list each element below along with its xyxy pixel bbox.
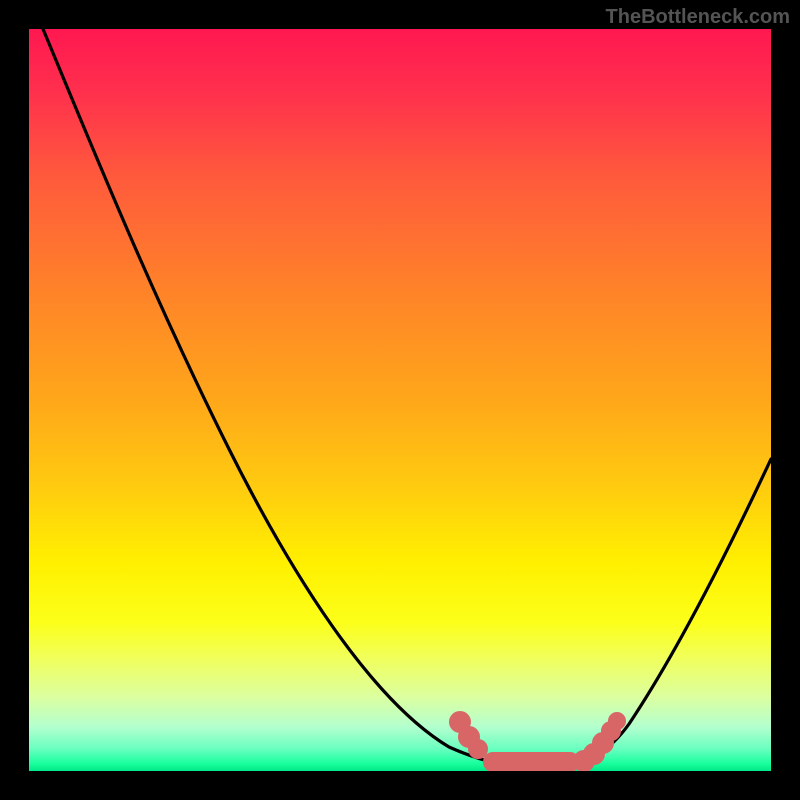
plot-area bbox=[29, 29, 771, 771]
curve-layer bbox=[29, 29, 771, 771]
watermark-text: TheBottleneck.com bbox=[606, 6, 790, 29]
chart-frame: TheBottleneck.com bbox=[0, 0, 800, 800]
bottleneck-curve bbox=[43, 29, 771, 767]
optimal-zone bbox=[450, 712, 625, 771]
